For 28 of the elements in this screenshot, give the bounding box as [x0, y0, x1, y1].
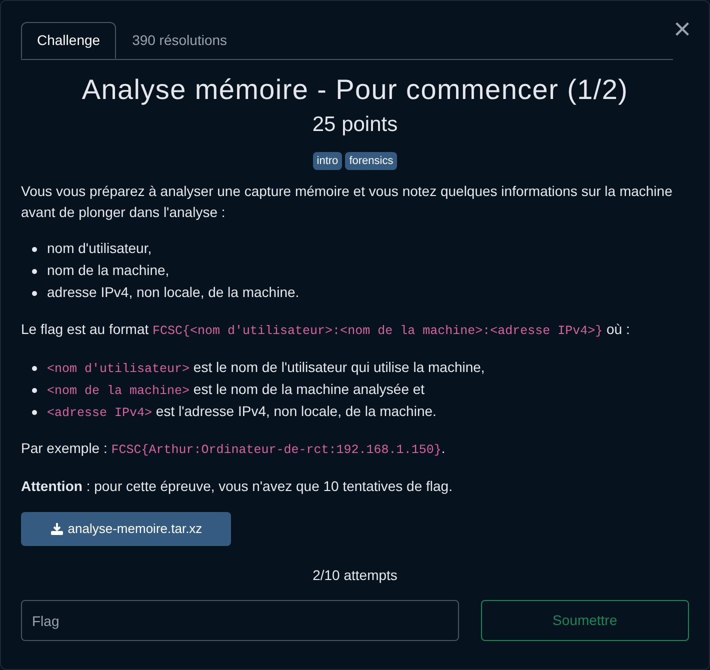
close-button[interactable]: ×	[673, 15, 691, 45]
bullet-icon	[32, 269, 37, 274]
download-button[interactable]: analyse-memoire.tar.xz	[21, 512, 231, 546]
tag: forensics	[345, 152, 398, 170]
points-label: 25 points	[311, 112, 399, 138]
list-item: nom d'utilisateur,	[47, 239, 152, 258]
bullet-icon	[32, 410, 37, 415]
flag-input-field[interactable]: Flag	[21, 600, 459, 641]
download-icon	[50, 522, 64, 536]
bullet-icon	[32, 366, 37, 371]
submit-button[interactable]: Soumettre	[480, 600, 689, 641]
list-item: <adresse IPv4> est l'adresse IPv4, non locale, de la machine.	[47, 402, 436, 422]
tab[interactable]: Challenge	[21, 22, 116, 59]
challenge-title: Analyse mémoire - Pour commencer (1/2)	[80, 73, 630, 107]
list-item: <nom de la machine> est le nom de la machine analysée et	[47, 380, 425, 400]
list-item: <nom d'utilisateur> est le nom de l'utilisateur qui utilise la machine,	[47, 358, 485, 378]
tab[interactable]: 390 résolutions	[116, 22, 244, 59]
list-item: nom de la machine,	[47, 261, 170, 280]
attempts-counter: 2/10 attempts	[312, 566, 398, 585]
paragraph: Le flag est au format FCSC{<nom d'utilisateur>:<nom de la machine>:<adresse IPv4>} où :	[21, 320, 631, 340]
bullet-icon	[32, 247, 37, 252]
list-item: adresse IPv4, non locale, de la machine.	[47, 283, 300, 302]
bullet-icon	[32, 291, 37, 296]
paragraph: Par exemple : FCSC{Arthur:Ordinateur-de-rct:192.168.1.150}.	[21, 439, 446, 459]
tag: intro	[312, 152, 342, 170]
bullet-icon	[32, 388, 37, 393]
paragraph: Vous vous préparez à analyser une capture mémoire et vous notez quelques informations sur la machine avant de plonger dans l'analyse :	[21, 182, 674, 222]
paragraph: Attention : pour cette épreuve, vous n'avez que 10 tentatives de flag.	[21, 477, 454, 496]
